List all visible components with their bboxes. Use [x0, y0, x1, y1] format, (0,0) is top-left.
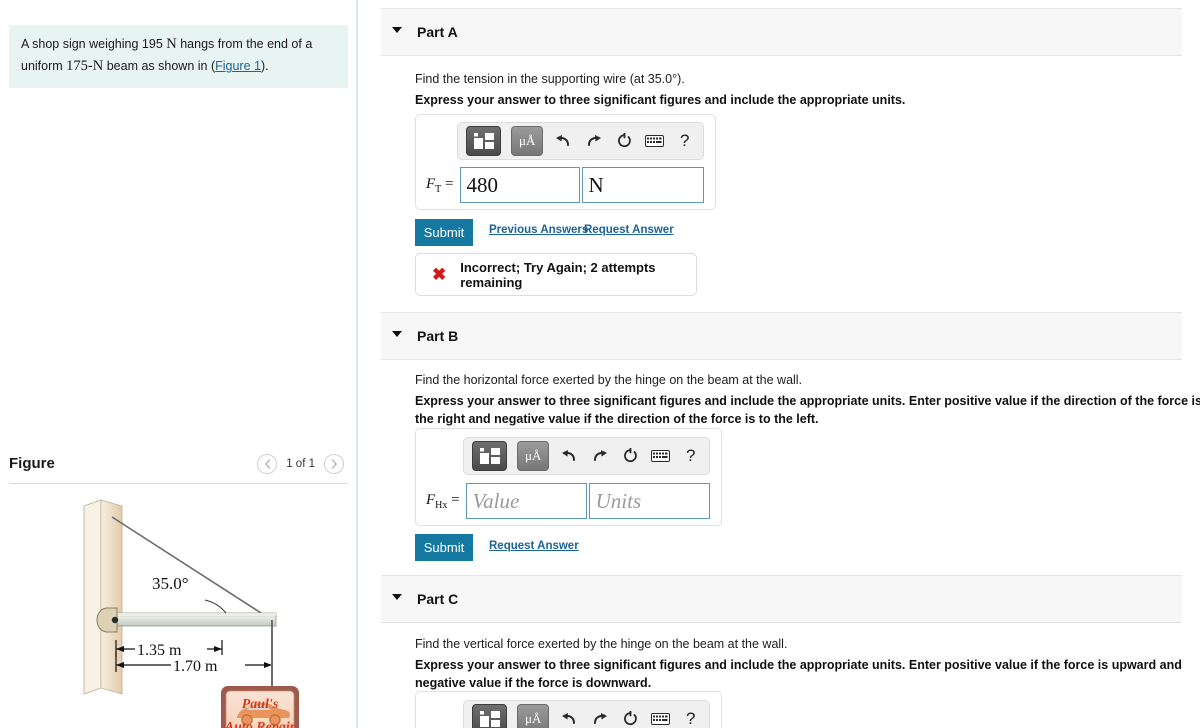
right-panel: Part A Find the tension in the supportin…	[360, 0, 1200, 728]
undo-arrow-icon[interactable]	[559, 707, 579, 728]
template-grid-icon[interactable]	[472, 441, 508, 471]
chevron-left-icon	[264, 459, 270, 469]
figure-next-button[interactable]	[324, 454, 344, 474]
figure-dim-lower-label: 1.70 m	[173, 658, 218, 675]
part-c-label: Part C	[417, 591, 459, 607]
problem-statement: A shop sign weighing 195 N hangs from th…	[9, 25, 348, 88]
keyboard-icon[interactable]	[650, 444, 670, 468]
part-a-request-answer-link[interactable]: Request Answer	[584, 224, 674, 236]
redo-arrow-icon[interactable]	[589, 444, 609, 468]
part-a-submit-button[interactable]: Submit	[415, 219, 473, 246]
part-c-header[interactable]: Part C	[381, 575, 1182, 623]
reset-circular-arrow-icon[interactable]	[620, 444, 640, 468]
units-mu-angstrom-icon[interactable]: μÅ	[517, 704, 550, 728]
part-b-request-answer-link[interactable]: Request Answer	[489, 540, 579, 552]
part-a-feedback-text: Incorrect; Try Again; 2 attempts remaini…	[460, 259, 656, 290]
caret-down-icon[interactable]	[392, 331, 402, 337]
reset-circular-arrow-icon[interactable]	[620, 707, 640, 728]
problem-text-4: ).	[260, 59, 269, 74]
reset-circular-arrow-icon[interactable]	[614, 129, 634, 153]
part-a-value-input[interactable]	[459, 167, 580, 203]
template-grid-icon[interactable]	[466, 126, 502, 156]
part-a-previous-answers-link[interactable]: Previous Answers	[489, 224, 588, 236]
caret-down-icon[interactable]	[392, 594, 402, 600]
part-a-feedback: ✖ Incorrect; Try Again; 2 attempts remai…	[415, 253, 697, 296]
undo-arrow-icon[interactable]	[559, 444, 579, 468]
part-c-question: Find the vertical force exerted by the h…	[415, 637, 788, 651]
redo-arrow-icon[interactable]	[583, 129, 603, 153]
figure-panel-title: Figure	[9, 455, 55, 472]
sign-text-line1: Paul's	[242, 697, 279, 712]
redo-arrow-icon[interactable]	[589, 707, 609, 728]
figure-page-count: 1 of 1	[286, 458, 315, 470]
figure-1-link[interactable]: Figure 1	[215, 59, 261, 73]
part-b-header[interactable]: Part B	[381, 312, 1182, 360]
part-a-header[interactable]: Part A	[381, 8, 1182, 56]
figure-angle-label: 35.0°	[152, 574, 189, 593]
part-b-submit-button[interactable]: Submit	[415, 534, 473, 561]
help-question-icon[interactable]: ?	[681, 444, 701, 468]
help-question-icon[interactable]: ?	[675, 129, 695, 153]
part-b-instruction: Express your answer to three significant…	[415, 394, 1200, 427]
part-a-instruction: Express your answer to three significant…	[415, 93, 906, 107]
part-a-label: Part A	[417, 24, 458, 40]
part-b-answer-box: μÅ ? FHx = Value Units	[415, 428, 722, 526]
part-b-question: Find the horizontal force exerted by the…	[415, 373, 803, 387]
figure-prev-button[interactable]	[257, 454, 278, 474]
caret-down-icon[interactable]	[392, 27, 402, 33]
part-a-field-label: FT =	[426, 175, 454, 195]
left-panel: A shop sign weighing 195 N hangs from th…	[0, 0, 358, 728]
part-b-value-input[interactable]	[465, 483, 587, 519]
problem-text-3: beam as shown in (	[106, 59, 216, 74]
problem-unit-newton: N	[166, 36, 177, 52]
part-b-field-label: FHx =	[426, 491, 460, 511]
undo-arrow-icon[interactable]	[553, 129, 573, 153]
part-a-field-row: FT =	[426, 167, 704, 203]
part-a-toolbar: μÅ ?	[457, 122, 704, 160]
units-mu-angstrom-icon[interactable]: μÅ	[511, 126, 544, 156]
units-icon-label: μÅ	[525, 448, 542, 463]
keyboard-icon[interactable]	[650, 707, 670, 728]
part-a-question: Find the tension in the supporting wire …	[415, 72, 685, 86]
part-b-units-input[interactable]	[588, 483, 710, 519]
figure-header: Figure 1 of 1	[9, 452, 348, 484]
part-c-toolbar: μÅ ?	[463, 700, 710, 728]
units-icon-label: μÅ	[525, 711, 542, 726]
part-a-units-input[interactable]	[581, 167, 704, 203]
part-b-toolbar: μÅ ?	[463, 437, 710, 475]
keyboard-icon[interactable]	[644, 129, 664, 153]
part-c-instruction: Express your answer to three significant…	[415, 658, 1182, 691]
part-b-label: Part B	[417, 328, 459, 344]
part-b-field-row: FHx =	[426, 483, 710, 519]
help-question-icon[interactable]: ?	[681, 707, 701, 728]
cross-mark-icon: ✖	[432, 265, 447, 284]
figure-image[interactable]: 35.0° 1.35 m 1.70 m Paul's Auto Repair	[9, 492, 348, 728]
part-a-answer-box: μÅ ? FT = 480 N	[415, 114, 716, 210]
problem-page: A shop sign weighing 195 N hangs from th…	[0, 0, 1200, 728]
sign-text-line2: Auto Repair	[224, 720, 296, 728]
template-grid-icon[interactable]	[472, 704, 508, 728]
chevron-right-icon	[331, 459, 337, 469]
units-mu-angstrom-icon[interactable]: μÅ	[517, 441, 550, 471]
problem-beam-weight: 175-N	[66, 58, 104, 75]
problem-text-1: A shop sign weighing 195	[21, 37, 163, 51]
part-c-answer-box: μÅ ?	[415, 691, 722, 728]
figure-navigation: 1 of 1	[257, 454, 344, 474]
shop-sign-diagram: 35.0° 1.35 m 1.70 m Paul's Auto Repair	[83, 499, 299, 728]
units-icon-label: μÅ	[519, 133, 536, 148]
